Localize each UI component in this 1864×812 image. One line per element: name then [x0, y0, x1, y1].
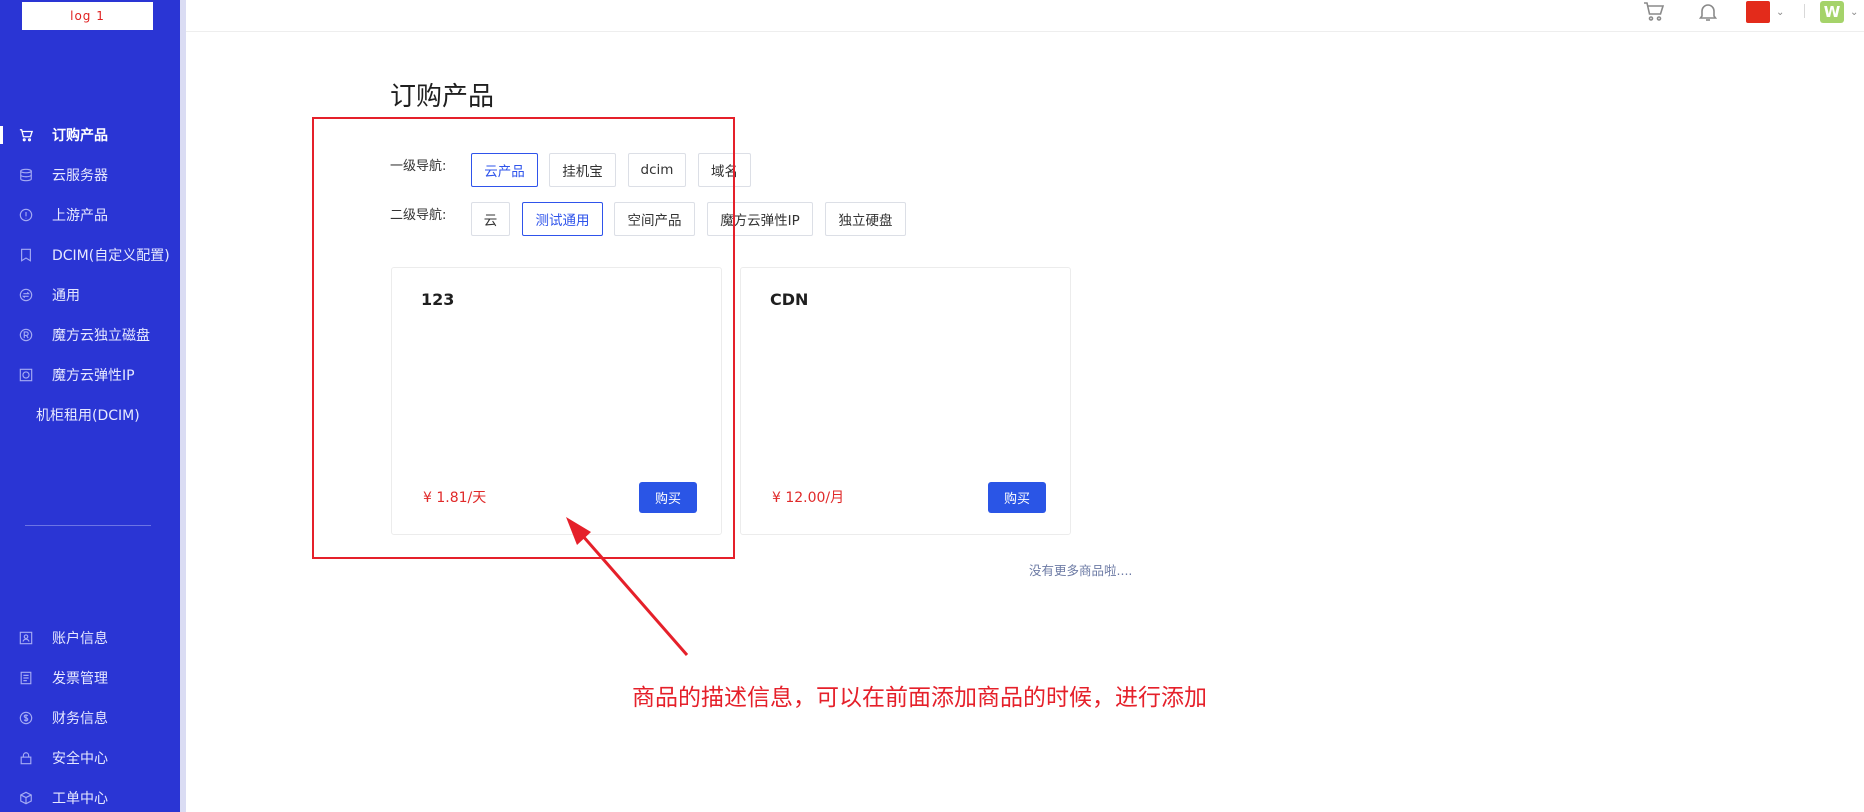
logo[interactable]: log 1 — [22, 2, 153, 30]
sidebar-item-label: 魔方云弹性IP — [52, 368, 135, 384]
avatar: W — [1820, 1, 1844, 23]
sidebar: log 1 订购产品 云服务器 上游产品 DCIM(自定义配置) 通用 魔方云独… — [0, 0, 180, 812]
database-icon — [18, 167, 34, 183]
sidebar-item-mofang-elastic-ip[interactable]: 魔方云弹性IP — [0, 355, 180, 395]
product-name: 123 — [421, 290, 455, 309]
sidebar-item-label: 通用 — [52, 288, 80, 304]
sidebar-item-label: 账户信息 — [52, 631, 108, 647]
sidebar-item-account-info[interactable]: 账户信息 — [0, 618, 180, 658]
product-price: ¥ 12.00/月 — [772, 490, 845, 506]
sidebar-item-label: 安全中心 — [52, 751, 108, 767]
sidebar-divider — [25, 525, 151, 526]
sidebar-item-label: 订购产品 — [52, 128, 108, 144]
picture-frame-icon — [18, 367, 34, 383]
sidebar-item-cloud-servers[interactable]: 云服务器 — [0, 155, 180, 195]
level1-tab-dcim[interactable]: dcim — [628, 153, 686, 187]
invoice-icon — [18, 670, 34, 686]
sidebar-edge — [180, 0, 186, 812]
id-card-icon — [18, 630, 34, 646]
product-card: 123 ¥ 1.81/天 购买 — [391, 267, 722, 535]
buy-button[interactable]: 购买 — [639, 482, 697, 513]
header-separator — [1804, 4, 1805, 18]
sidebar-item-label: 上游产品 — [52, 208, 108, 224]
sidebar-item-finance[interactable]: 财务信息 — [0, 698, 180, 738]
level2-tab-space-products[interactable]: 空间产品 — [614, 202, 695, 236]
money-circle-icon — [18, 710, 34, 726]
sidebar-item-label: 工单中心 — [52, 791, 108, 807]
sidebar-item-general[interactable]: 通用 — [0, 275, 180, 315]
level2-tab-elastic-ip[interactable]: 魔方云弹性IP — [707, 202, 813, 236]
product-card: CDN ¥ 12.00/月 购买 — [740, 267, 1071, 535]
level1-tab-domain[interactable]: 域名 — [698, 153, 751, 187]
info-circle-icon — [18, 207, 34, 223]
no-more-products-text: 没有更多商品啦.... — [1029, 563, 1133, 578]
level2-nav-label: 二级导航: — [390, 208, 447, 223]
page-title: 订购产品 — [390, 82, 495, 112]
level1-nav-label: 一级导航: — [390, 159, 447, 174]
sidebar-item-label: 发票管理 — [52, 671, 108, 687]
language-switch[interactable]: ⌄ — [1746, 0, 1784, 24]
sidebar-item-order-products[interactable]: 订购产品 — [0, 115, 180, 155]
sidebar-item-dcim-custom[interactable]: DCIM(自定义配置) — [0, 235, 180, 275]
annotation-text: 商品的描述信息，可以在前面添加商品的时候，进行添加 — [632, 685, 1207, 711]
user-menu[interactable]: W ⌄ — [1820, 0, 1858, 24]
sidebar-item-cabinet-rental[interactable]: 机柜租用(DCIM) — [0, 395, 180, 435]
buy-button[interactable]: 购买 — [988, 482, 1046, 513]
cart-icon[interactable] — [1642, 0, 1666, 24]
level2-tab-test-general[interactable]: 测试通用 — [522, 202, 603, 236]
level2-tab-cloud[interactable]: 云 — [471, 202, 510, 236]
product-name: CDN — [770, 290, 809, 309]
sidebar-nav: 订购产品 云服务器 上游产品 DCIM(自定义配置) 通用 魔方云独立磁盘 魔方… — [0, 115, 180, 435]
chevron-down-icon: ⌄ — [1850, 6, 1859, 18]
sidebar-bottom-nav: 账户信息 发票管理 财务信息 安全中心 工单中心 — [0, 618, 180, 812]
sidebar-item-mofang-disk[interactable]: 魔方云独立磁盘 — [0, 315, 180, 355]
sidebar-item-tickets[interactable]: 工单中心 — [0, 778, 180, 812]
registered-circle-icon — [18, 327, 34, 343]
level1-tab-hanging-machine[interactable]: 挂机宝 — [549, 153, 616, 187]
product-price: ¥ 1.81/天 — [423, 490, 487, 506]
china-flag-icon — [1746, 1, 1770, 23]
sidebar-item-security[interactable]: 安全中心 — [0, 738, 180, 778]
circle-swap-icon — [18, 287, 34, 303]
sidebar-item-label: 魔方云独立磁盘 — [52, 328, 150, 344]
sidebar-item-label: 机柜租用(DCIM) — [36, 408, 140, 424]
sidebar-item-label: 云服务器 — [52, 168, 108, 184]
lock-icon — [18, 750, 34, 766]
sidebar-item-label: 财务信息 — [52, 711, 108, 727]
bell-icon[interactable] — [1696, 0, 1720, 24]
sidebar-item-invoice[interactable]: 发票管理 — [0, 658, 180, 698]
sidebar-item-label: DCIM(自定义配置) — [52, 248, 170, 264]
cube-icon — [18, 790, 34, 806]
chevron-down-icon: ⌄ — [1776, 6, 1785, 18]
top-header: ⌄ W ⌄ — [186, 0, 1864, 32]
level1-tab-cloud-products[interactable]: 云产品 — [471, 153, 538, 187]
bookmark-icon — [18, 247, 34, 263]
level2-tab-independent-disk[interactable]: 独立硬盘 — [825, 202, 906, 236]
sidebar-item-upstream-products[interactable]: 上游产品 — [0, 195, 180, 235]
cart-icon — [18, 127, 34, 143]
